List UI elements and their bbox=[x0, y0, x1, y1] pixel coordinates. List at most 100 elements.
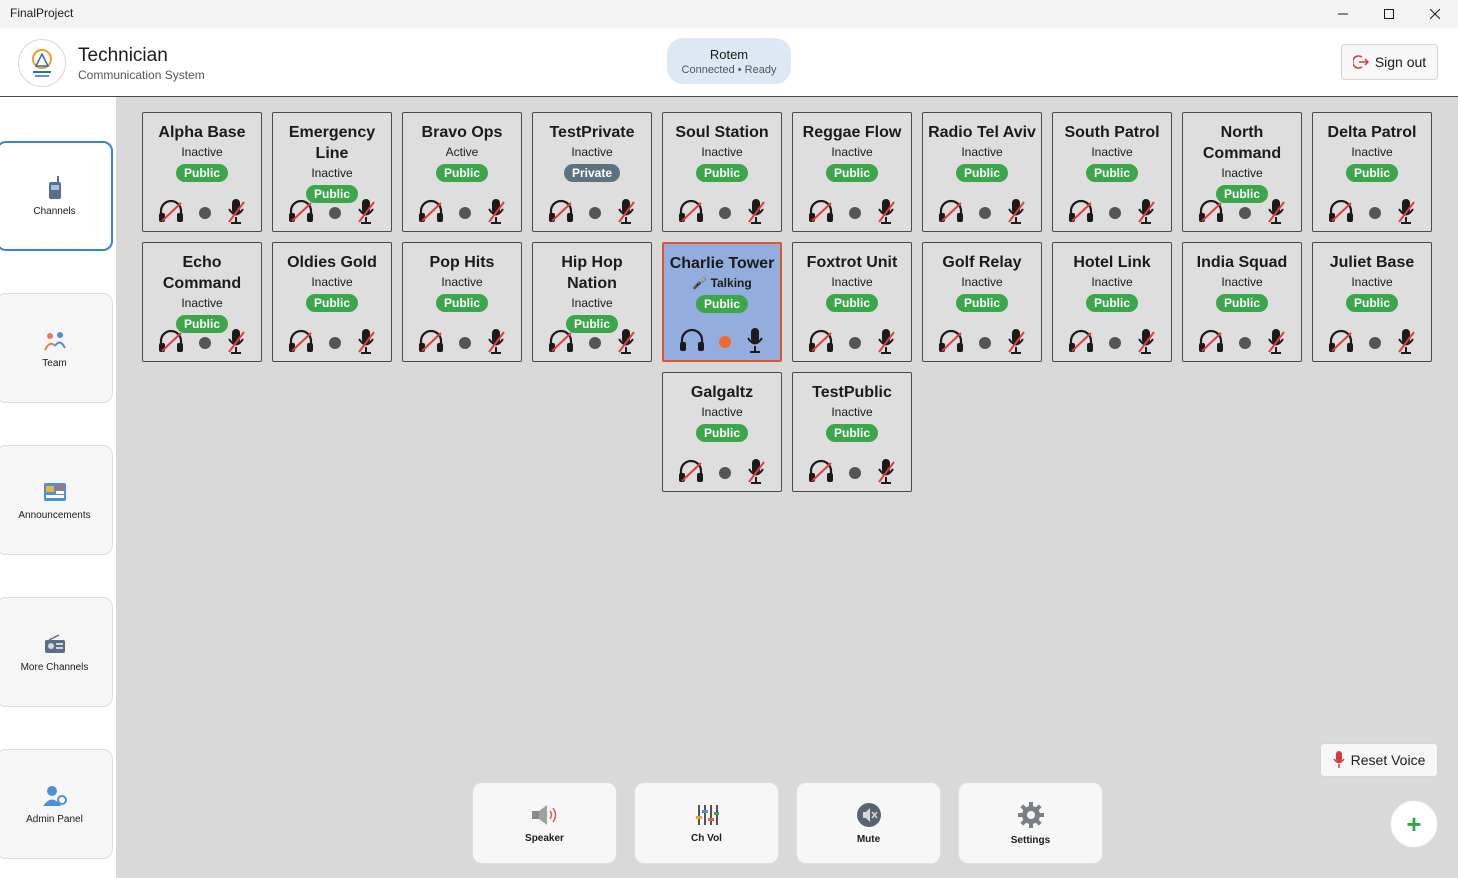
maximize-button[interactable] bbox=[1366, 0, 1412, 28]
microphone-icon[interactable] bbox=[616, 198, 636, 229]
activity-indicator bbox=[458, 207, 471, 219]
microphone-icon[interactable] bbox=[1396, 328, 1416, 359]
headphones-icon[interactable] bbox=[548, 329, 574, 358]
microphone-icon[interactable] bbox=[616, 328, 636, 359]
channel-type-badge: Public bbox=[1345, 164, 1398, 182]
channel-type-badge: Public bbox=[1215, 294, 1268, 312]
headphones-icon[interactable] bbox=[158, 199, 184, 228]
close-button[interactable] bbox=[1412, 0, 1458, 28]
channel-card[interactable]: Echo Command Inactive Public bbox=[142, 242, 262, 362]
channel-controls bbox=[1183, 328, 1301, 359]
headphones-icon[interactable] bbox=[418, 199, 444, 228]
settings-button[interactable]: Settings bbox=[958, 782, 1103, 864]
sidebar-item-more-channels[interactable]: More Channels bbox=[0, 597, 113, 707]
channel-card[interactable]: Radio Tel Aviv Inactive Public bbox=[922, 112, 1042, 232]
activity-indicator bbox=[718, 467, 731, 479]
channel-volume-button[interactable]: Ch Vol bbox=[634, 782, 779, 864]
headphones-icon[interactable] bbox=[288, 199, 314, 228]
channel-card[interactable]: Hip Hop Nation Inactive Public bbox=[532, 242, 652, 362]
microphone-icon[interactable] bbox=[1136, 328, 1156, 359]
headphones-icon[interactable] bbox=[1068, 199, 1094, 228]
headphones-icon[interactable] bbox=[548, 199, 574, 228]
headphones-icon[interactable] bbox=[1328, 199, 1354, 228]
headphones-icon[interactable] bbox=[679, 328, 705, 357]
channel-controls bbox=[403, 198, 521, 229]
sidebar-item-announcements[interactable]: Announcements bbox=[0, 445, 113, 555]
microphone-icon[interactable] bbox=[876, 458, 896, 489]
sign-out-button[interactable]: Sign out bbox=[1341, 44, 1438, 80]
channel-card[interactable]: Alpha Base Inactive Public bbox=[142, 112, 262, 232]
microphone-icon[interactable] bbox=[486, 198, 506, 229]
headphones-icon[interactable] bbox=[418, 329, 444, 358]
channel-type-badge: Public bbox=[825, 424, 878, 442]
headphones-icon[interactable] bbox=[1068, 329, 1094, 358]
microphone-icon[interactable] bbox=[486, 328, 506, 359]
microphone-icon[interactable] bbox=[1396, 198, 1416, 229]
microphone-icon[interactable] bbox=[1266, 328, 1286, 359]
channel-controls bbox=[403, 328, 521, 359]
sidebar-item-admin-panel[interactable]: Admin Panel bbox=[0, 749, 113, 859]
headphones-icon[interactable] bbox=[938, 329, 964, 358]
title-bar: FinalProject bbox=[0, 0, 1458, 28]
channel-card[interactable]: TestPrivate Inactive Private bbox=[532, 112, 652, 232]
add-channel-button[interactable]: + bbox=[1390, 800, 1438, 848]
channel-type-badge: Public bbox=[955, 294, 1008, 312]
channel-card[interactable]: Oldies Gold Inactive Public bbox=[272, 242, 392, 362]
channel-card[interactable]: Pop Hits Inactive Public bbox=[402, 242, 522, 362]
window-title: FinalProject bbox=[10, 6, 74, 20]
speaker-button[interactable]: Speaker bbox=[472, 782, 617, 864]
microphone-icon[interactable] bbox=[876, 328, 896, 359]
channel-card[interactable]: Delta Patrol Inactive Public bbox=[1312, 112, 1432, 232]
channel-card[interactable]: Emergency Line Inactive Public bbox=[272, 112, 392, 232]
channel-card[interactable]: Soul Station Inactive Public bbox=[662, 112, 782, 232]
headphones-icon[interactable] bbox=[1328, 329, 1354, 358]
headphones-icon[interactable] bbox=[1198, 329, 1224, 358]
microphone-icon[interactable] bbox=[1006, 198, 1026, 229]
microphone-icon[interactable] bbox=[876, 198, 896, 229]
headphones-icon[interactable] bbox=[808, 459, 834, 488]
headphones-icon[interactable] bbox=[808, 199, 834, 228]
channel-card[interactable]: India Squad Inactive Public bbox=[1182, 242, 1302, 362]
microphone-icon[interactable] bbox=[1006, 328, 1026, 359]
headphones-icon[interactable] bbox=[808, 329, 834, 358]
channel-card[interactable]: Golf Relay Inactive Public bbox=[922, 242, 1042, 362]
minimize-button[interactable] bbox=[1320, 0, 1366, 28]
mute-button[interactable]: Mute bbox=[796, 782, 941, 864]
channel-type-badge: Public bbox=[825, 164, 878, 182]
channel-name: India Squad bbox=[1196, 254, 1288, 271]
sidebar-item-team[interactable]: Team bbox=[0, 293, 113, 403]
headphones-icon[interactable] bbox=[288, 329, 314, 358]
channel-card[interactable]: Charlie Tower 🎤 Talking Public bbox=[662, 242, 782, 362]
channel-controls bbox=[663, 198, 781, 229]
channel-card[interactable]: Hotel Link Inactive Public bbox=[1052, 242, 1172, 362]
microphone-icon[interactable] bbox=[226, 328, 246, 359]
reset-voice-button[interactable]: Reset Voice bbox=[1320, 743, 1438, 777]
microphone-icon[interactable] bbox=[356, 328, 376, 359]
headphones-icon[interactable] bbox=[938, 199, 964, 228]
headphones-icon[interactable] bbox=[1198, 199, 1224, 228]
headphones-icon[interactable] bbox=[678, 459, 704, 488]
channel-name: Charlie Tower bbox=[669, 255, 775, 272]
microphone-icon[interactable] bbox=[226, 198, 246, 229]
activity-indicator bbox=[198, 337, 211, 349]
activity-indicator bbox=[328, 207, 341, 219]
channel-card[interactable]: South Patrol Inactive Public bbox=[1052, 112, 1172, 232]
microphone-icon[interactable] bbox=[746, 198, 766, 229]
microphone-icon[interactable] bbox=[1266, 198, 1286, 229]
microphone-icon[interactable] bbox=[1136, 198, 1156, 229]
channel-card[interactable]: Foxtrot Unit Inactive Public bbox=[792, 242, 912, 362]
headphones-icon[interactable] bbox=[158, 329, 184, 358]
channel-name: Galgaltz bbox=[690, 384, 754, 401]
channel-card[interactable]: Galgaltz Inactive Public bbox=[662, 372, 782, 492]
channel-card[interactable]: North Command Inactive Public bbox=[1182, 112, 1302, 232]
channel-card[interactable]: Reggae Flow Inactive Public bbox=[792, 112, 912, 232]
microphone-icon[interactable] bbox=[356, 198, 376, 229]
microphone-icon[interactable] bbox=[745, 327, 765, 358]
channel-card[interactable]: Bravo Ops Active Public bbox=[402, 112, 522, 232]
headphones-icon[interactable] bbox=[678, 199, 704, 228]
sidebar-item-channels[interactable]: Channels bbox=[0, 141, 113, 251]
microphone-icon[interactable] bbox=[746, 458, 766, 489]
channel-type-badge: Public bbox=[1085, 164, 1138, 182]
channel-card[interactable]: TestPublic Inactive Public bbox=[792, 372, 912, 492]
channel-card[interactable]: Juliet Base Inactive Public bbox=[1312, 242, 1432, 362]
